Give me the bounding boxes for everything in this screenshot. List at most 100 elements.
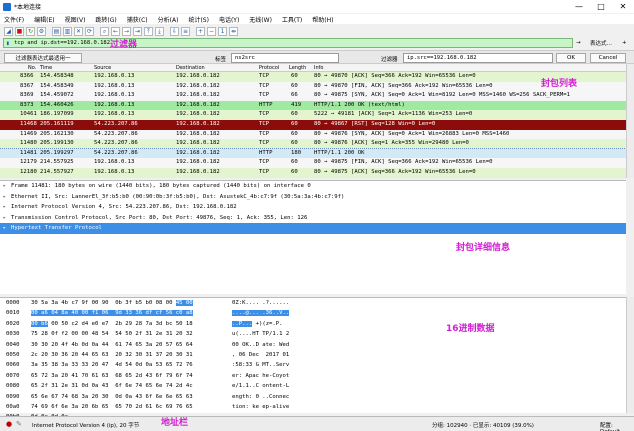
ok-button[interactable]: OK bbox=[556, 53, 586, 63]
bytes-row[interactable]: 0000 30 5a 3a 4b c7 9f 00 90 0b 3f b5 b0 … bbox=[0, 298, 626, 308]
packet-row[interactable]: 12180 214.557927 192.168.0.13 192.168.0.182… bbox=[0, 167, 626, 178]
packet-row[interactable]: 8367 154.458349 192.168.0.13 192.168.0.182 T… bbox=[0, 81, 626, 92]
menu-item-5[interactable]: 分析(A) bbox=[158, 15, 179, 24]
menu-item-10[interactable]: 帮助(H) bbox=[312, 15, 333, 24]
bytes-row[interactable]: 0040 30 30 20 4f 4b 0d 0a 44 61 74 65 3a … bbox=[0, 340, 626, 350]
first-icon[interactable]: ⤒ bbox=[144, 26, 153, 36]
find-icon[interactable]: ⌕ bbox=[100, 26, 109, 36]
bytes-row[interactable]: 0010 00 a6 04 8a 40 00 f1 06 9d 33 36 df … bbox=[0, 308, 626, 318]
bytes-scrollbar[interactable] bbox=[626, 297, 634, 413]
stop-icon[interactable]: ■ bbox=[15, 26, 24, 36]
zoom-in-icon[interactable]: + bbox=[196, 26, 205, 36]
bytes-row[interactable]: 0070 65 72 3a 20 41 70 61 63 68 65 2d 43 … bbox=[0, 371, 626, 381]
packet-row[interactable]: 8373 154.460426 192.168.0.13 192.168.0.182 H… bbox=[0, 100, 626, 111]
bytes-row[interactable]: 0080 65 2f 31 2e 31 0d 0a 43 6f 6e 74 65 … bbox=[0, 381, 626, 391]
col-time[interactable]: Time bbox=[40, 65, 52, 71]
saved-filters-button[interactable]: 过滤器表达式最适用一 bbox=[4, 53, 82, 63]
menu-item-0[interactable]: 文件(F) bbox=[4, 15, 24, 24]
byte-offset: 0000 bbox=[6, 300, 20, 306]
capture-comment-icon[interactable]: ✎ bbox=[16, 420, 22, 428]
expand-arrow-icon[interactable]: ▸ bbox=[3, 223, 11, 234]
packet-row[interactable]: 11468 205.161119 54.223.207.86 192.168.0.18… bbox=[0, 119, 626, 130]
forward-icon[interactable]: → bbox=[122, 26, 131, 36]
col-no[interactable]: No. bbox=[28, 65, 36, 71]
open-icon[interactable]: ▤ bbox=[52, 26, 61, 36]
button-filter-input[interactable]: ip.src==192.168.0.182 bbox=[403, 53, 553, 63]
menu-item-7[interactable]: 电话(Y) bbox=[219, 15, 239, 24]
col-destination[interactable]: Destination bbox=[176, 65, 205, 71]
last-icon[interactable]: ⤓ bbox=[155, 26, 164, 36]
packet-cell-dst: 192.168.0.182 bbox=[176, 101, 220, 108]
cancel-button[interactable]: Cancel bbox=[590, 53, 626, 63]
add-filter-button[interactable]: + bbox=[622, 38, 627, 48]
menu-item-3[interactable]: 跳转(G) bbox=[95, 15, 116, 24]
packet-row[interactable]: 11480 205.199130 54.223.207.86 192.168.0.18… bbox=[0, 139, 626, 149]
bytes-row[interactable]: 0090 65 6e 67 74 68 3a 20 30 0d 0a 43 6f … bbox=[0, 392, 626, 402]
packet-list-scrollbar[interactable] bbox=[626, 64, 634, 178]
packet-cell-time: 154.459072 bbox=[40, 92, 74, 99]
expert-info-icon[interactable]: ● bbox=[6, 420, 12, 428]
options-icon[interactable]: ⚙ bbox=[37, 26, 46, 36]
detail-tree-item[interactable]: ▸ Internet Protocol Version 4, Src: 54.22… bbox=[0, 202, 626, 213]
detail-tree-item[interactable]: ▸ Hypertext Transfer Protocol bbox=[0, 223, 626, 234]
bytes-row[interactable]: 0020 00 b6 00 50 c2 d4 e0 e7 2b 29 28 7a … bbox=[0, 319, 626, 329]
detail-tree-item[interactable]: ▸ Frame 11481: 180 bytes on wire (1440 bi… bbox=[0, 181, 626, 192]
filter-expression-button[interactable]: 表达式… bbox=[590, 38, 612, 48]
packet-row[interactable]: 10461 186.197099 192.168.0.13 192.168.0.182… bbox=[0, 110, 626, 120]
packet-cell-info: 80 → 49875 [ACK] Seq=366 Ack=192 Win=655… bbox=[314, 168, 476, 175]
menu-item-9[interactable]: 工具(T) bbox=[282, 15, 302, 24]
byte-hex-pre: 65 6e 67 74 68 3a 20 30 0d 0a 43 6f 6e 6… bbox=[31, 393, 193, 400]
save-icon[interactable]: ▥ bbox=[63, 26, 72, 36]
reload-icon[interactable]: ⟳ bbox=[85, 26, 94, 36]
button-label-input[interactable]: ns2src bbox=[231, 53, 339, 63]
packet-row[interactable]: 8369 154.459072 192.168.0.13 192.168.0.182 T… bbox=[0, 91, 626, 101]
menu-item-4[interactable]: 捕获(C) bbox=[127, 15, 148, 24]
packet-row[interactable]: 11481 205.199297 54.223.207.86 192.168.0.18… bbox=[0, 147, 626, 160]
goto-icon[interactable]: ⇥ bbox=[133, 26, 142, 36]
byte-ascii: 0Z:K.... .?...... bbox=[232, 298, 289, 308]
apply-filter-button[interactable]: → bbox=[576, 38, 581, 48]
packet-row[interactable]: 12179 214.557925 192.168.0.13 192.168.0.182… bbox=[0, 158, 626, 168]
zoom-out-icon[interactable]: − bbox=[207, 26, 216, 36]
close-file-icon[interactable]: ✕ bbox=[74, 26, 83, 36]
expand-arrow-icon[interactable]: ▸ bbox=[3, 192, 11, 203]
bytes-row[interactable]: 0060 3a 35 38 3a 33 33 20 47 4d 54 0d 0a … bbox=[0, 360, 626, 370]
menu-item-6[interactable]: 统计(S) bbox=[188, 15, 209, 24]
filter-bookmark-icon[interactable]: ▮ bbox=[6, 40, 10, 47]
shark-fin-icon[interactable]: ◢ bbox=[4, 26, 13, 36]
autoscroll-icon[interactable]: ⇩ bbox=[170, 26, 179, 36]
packet-cell-dst: 192.168.0.182 bbox=[176, 159, 220, 166]
close-window-button[interactable]: ✕ bbox=[612, 0, 634, 13]
bytes-row[interactable]: 00a0 74 69 6f 6e 3a 20 6b 65 65 70 2d 61 … bbox=[0, 402, 626, 412]
display-filter-input[interactable]: ▮ tcp and ip.dst==192.168.0.182 bbox=[3, 38, 573, 48]
expand-arrow-icon[interactable]: ▸ bbox=[3, 213, 11, 224]
menu-item-1[interactable]: 编辑(E) bbox=[34, 15, 54, 24]
packet-cell-dst: 192.168.0.182 bbox=[176, 168, 220, 175]
expand-arrow-icon[interactable]: ▸ bbox=[3, 202, 11, 213]
col-protocol[interactable]: Protocol bbox=[259, 65, 279, 71]
resize-columns-icon[interactable]: ⇹ bbox=[229, 26, 238, 36]
menu-item-2[interactable]: 视图(V) bbox=[65, 15, 86, 24]
expand-arrow-icon[interactable]: ▸ bbox=[3, 181, 11, 192]
detail-tree-item[interactable]: ▸ Transmission Control Protocol, Src Port… bbox=[0, 213, 626, 224]
bytes-row[interactable]: 0030 75 28 0f f2 00 00 48 54 54 50 2f 31 … bbox=[0, 329, 626, 339]
col-source[interactable]: Source bbox=[94, 65, 111, 71]
packet-cell-dst: 192.168.0.182 bbox=[176, 140, 220, 147]
menu-item-8[interactable]: 无线(W) bbox=[249, 15, 272, 24]
packet-row[interactable]: 11469 205.162130 54.223.207.86 192.168.0.18… bbox=[0, 129, 626, 140]
col-info[interactable]: Info bbox=[314, 65, 323, 71]
packet-row[interactable]: 8366 154.458348 192.168.0.13 192.168.0.182 T… bbox=[0, 72, 626, 82]
colorize-icon[interactable]: ≡ bbox=[181, 26, 190, 36]
back-icon[interactable]: ← bbox=[111, 26, 120, 36]
detail-tree-item[interactable]: ▸ Ethernet II, Src: LannerEl_3f:b5:b0 (00… bbox=[0, 192, 626, 203]
col-length[interactable]: Length bbox=[289, 65, 306, 71]
packet-cell-src: 192.168.0.13 bbox=[94, 168, 135, 175]
bytes-row[interactable]: 0050 2c 20 30 36 20 44 65 63 20 32 30 31 … bbox=[0, 350, 626, 360]
maximize-button[interactable]: □ bbox=[590, 0, 612, 13]
detail-tree-label: Internet Protocol Version 4, Src: 54.223… bbox=[11, 204, 237, 210]
status-profile[interactable]: 配置: Default bbox=[600, 421, 634, 431]
minimize-button[interactable]: — bbox=[568, 0, 590, 13]
restart-icon[interactable]: ↻ bbox=[26, 26, 35, 36]
zoom-reset-icon[interactable]: 1 bbox=[218, 26, 227, 36]
packet-cell-dst: 192.168.0.182 bbox=[176, 130, 220, 137]
